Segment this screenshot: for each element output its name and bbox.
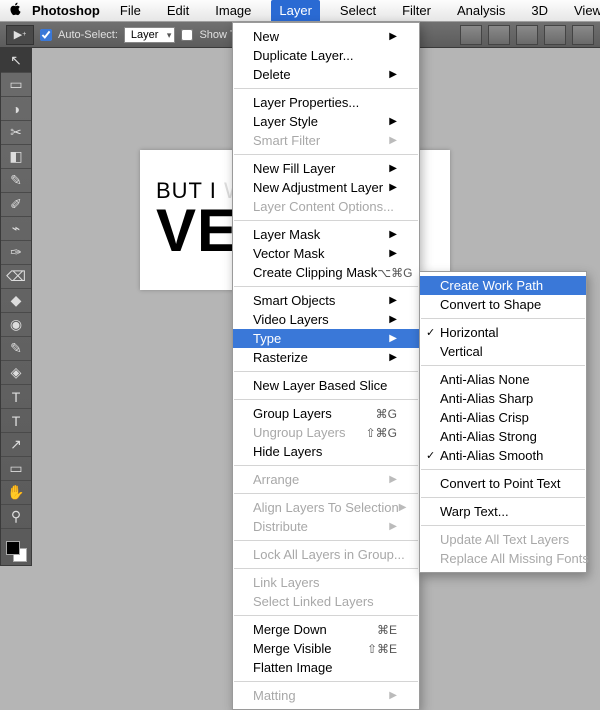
eyedropper-tool[interactable]: ✎: [1, 169, 31, 193]
menu-item[interactable]: Anti-Alias Strong: [420, 427, 586, 446]
wand-tool[interactable]: ✂: [1, 121, 31, 145]
menu-item[interactable]: Smart Objects▶: [233, 291, 419, 310]
menu-item: Link Layers: [233, 573, 419, 592]
app-name[interactable]: Photoshop: [32, 3, 100, 18]
menu-item: Ungroup Layers⇧⌘G: [233, 423, 419, 442]
foreground-swatch[interactable]: [6, 541, 20, 555]
auto-select-label: Auto-Select:: [58, 29, 118, 41]
menu-3d[interactable]: 3D: [525, 1, 554, 20]
menu-layer[interactable]: Layer: [271, 0, 320, 21]
menu-item[interactable]: Type▶: [233, 329, 419, 348]
menu-item[interactable]: Layer Style▶: [233, 112, 419, 131]
gradient-tool[interactable]: ◉: [1, 313, 31, 337]
menu-item[interactable]: New Adjustment Layer▶: [233, 178, 419, 197]
menu-item[interactable]: Duplicate Layer...: [233, 46, 419, 65]
heal-tool[interactable]: ✐: [1, 193, 31, 217]
menu-item[interactable]: Anti-Alias Crisp: [420, 408, 586, 427]
menu-item: Align Layers To Selection▶: [233, 498, 419, 517]
menu-item[interactable]: Anti-Alias Sharp: [420, 389, 586, 408]
type-tool[interactable]: T: [1, 409, 31, 433]
menu-item[interactable]: Layer Properties...: [233, 93, 419, 112]
align-icon[interactable]: [516, 25, 538, 45]
menu-item[interactable]: ✓Anti-Alias Smooth: [420, 446, 586, 465]
menu-item[interactable]: Convert to Shape: [420, 295, 586, 314]
menu-item[interactable]: Vertical: [420, 342, 586, 361]
menu-item[interactable]: New Fill Layer▶: [233, 159, 419, 178]
align-icon[interactable]: [488, 25, 510, 45]
menu-item[interactable]: Video Layers▶: [233, 310, 419, 329]
history-brush-tool[interactable]: ⌫: [1, 265, 31, 289]
menu-item: Replace All Missing Fonts: [420, 549, 586, 568]
menu-item: Select Linked Layers: [233, 592, 419, 611]
menu-item[interactable]: Warp Text...: [420, 502, 586, 521]
crop-tool[interactable]: ◧: [1, 145, 31, 169]
menu-item[interactable]: Hide Layers: [233, 442, 419, 461]
tool-preset-icon[interactable]: ▶+: [6, 25, 34, 45]
zoom-tool[interactable]: ⚲: [1, 505, 31, 529]
menu-item[interactable]: New▶: [233, 27, 419, 46]
menu-item: Distribute▶: [233, 517, 419, 536]
mac-menu-bar: Photoshop File Edit Image Layer Select F…: [0, 0, 600, 22]
apple-icon[interactable]: [8, 2, 22, 19]
shape-tool[interactable]: ▭: [1, 457, 31, 481]
pen-tool[interactable]: T: [1, 385, 31, 409]
toolbox: ↖ ▭ ◑ ✂ ◧ ✎ ✐ ⌁ ✑ ⌫ ◆ ◉ ✎ ◈ T T ↗ ▭ ✋ ⚲: [0, 48, 32, 566]
menu-item[interactable]: Group Layers⌘G: [233, 404, 419, 423]
menu-item[interactable]: New Layer Based Slice: [233, 376, 419, 395]
path-tool[interactable]: ↗: [1, 433, 31, 457]
menu-item: Layer Content Options...: [233, 197, 419, 216]
blur-tool[interactable]: ✎: [1, 337, 31, 361]
align-icon[interactable]: [460, 25, 482, 45]
show-transform-checkbox[interactable]: [181, 29, 193, 41]
hand-tool[interactable]: ✋: [1, 481, 31, 505]
lasso-tool[interactable]: ◑: [1, 97, 31, 121]
menu-item[interactable]: Vector Mask▶: [233, 244, 419, 263]
align-icon[interactable]: [572, 25, 594, 45]
menu-view[interactable]: View: [568, 1, 600, 20]
menu-image[interactable]: Image: [209, 1, 257, 20]
menu-item: Matting▶: [233, 686, 419, 705]
menu-item: Arrange▶: [233, 470, 419, 489]
marquee-tool[interactable]: ▭: [1, 73, 31, 97]
menu-select[interactable]: Select: [334, 1, 382, 20]
dodge-tool[interactable]: ◈: [1, 361, 31, 385]
menu-item[interactable]: Flatten Image: [233, 658, 419, 677]
menu-item: Smart Filter▶: [233, 131, 419, 150]
brush-tool[interactable]: ⌁: [1, 217, 31, 241]
menu-edit[interactable]: Edit: [161, 1, 195, 20]
menu-file[interactable]: File: [114, 1, 147, 20]
layer-dropdown-menu: New▶Duplicate Layer...Delete▶ Layer Prope…: [232, 22, 420, 710]
auto-select-checkbox[interactable]: [40, 29, 52, 41]
menu-item: Lock All Layers in Group...: [233, 545, 419, 564]
menu-item[interactable]: Convert to Point Text: [420, 474, 586, 493]
align-icon[interactable]: [544, 25, 566, 45]
menu-item[interactable]: Merge Visible⇧⌘E: [233, 639, 419, 658]
menu-item[interactable]: Delete▶: [233, 65, 419, 84]
menu-item[interactable]: ✓Horizontal: [420, 323, 586, 342]
menu-item: Update All Text Layers: [420, 530, 586, 549]
color-swatches[interactable]: [1, 537, 31, 565]
auto-select-dropdown[interactable]: Layer: [124, 27, 176, 43]
menu-item[interactable]: Create Work Path: [420, 276, 586, 295]
menu-item[interactable]: Anti-Alias None: [420, 370, 586, 389]
menu-filter[interactable]: Filter: [396, 1, 437, 20]
menu-item[interactable]: Layer Mask▶: [233, 225, 419, 244]
menu-analysis[interactable]: Analysis: [451, 1, 511, 20]
type-submenu: Create Work PathConvert to Shape ✓Horizon…: [419, 271, 587, 573]
menu-item[interactable]: Rasterize▶: [233, 348, 419, 367]
eraser-tool[interactable]: ◆: [1, 289, 31, 313]
menu-item[interactable]: Create Clipping Mask⌥⌘G: [233, 263, 419, 282]
stamp-tool[interactable]: ✑: [1, 241, 31, 265]
menu-item[interactable]: Merge Down⌘E: [233, 620, 419, 639]
move-tool[interactable]: ↖: [1, 49, 31, 73]
